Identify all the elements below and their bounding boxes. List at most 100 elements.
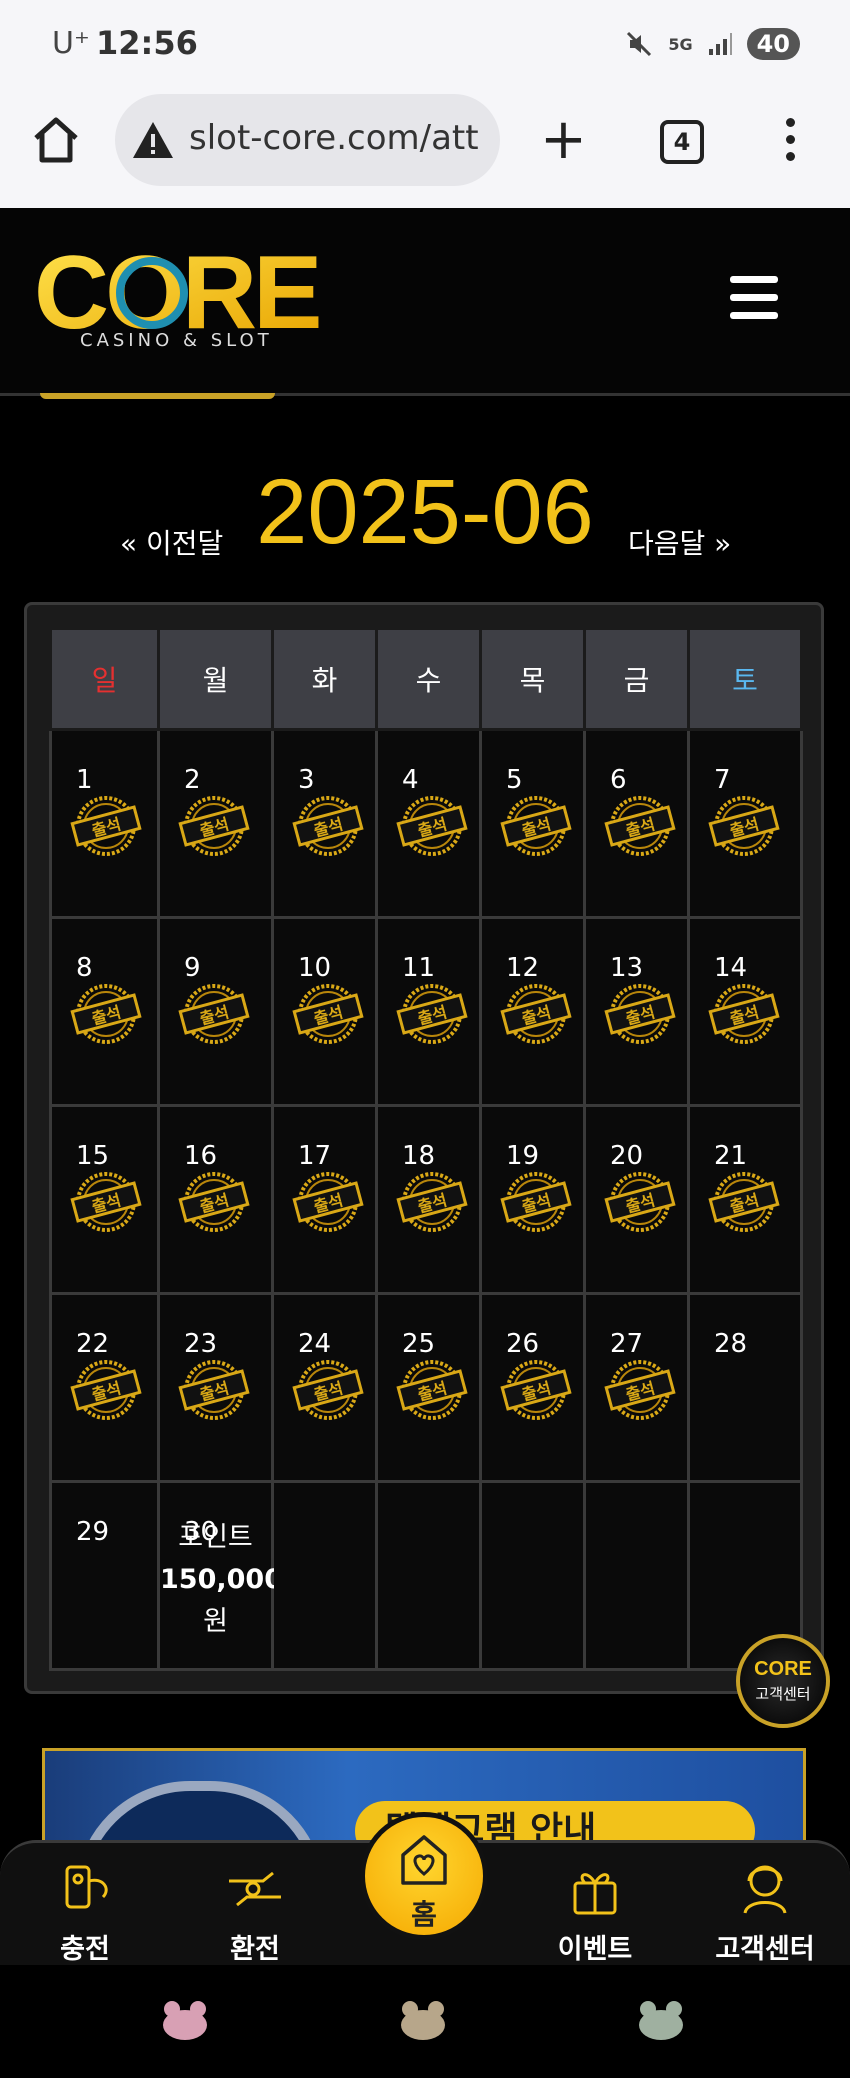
day-number: 27 (610, 1329, 644, 1359)
calendar-day-cell: 4 출석 (375, 728, 482, 919)
attendance-stamp-icon: 출석 (178, 1172, 250, 1232)
calendar-day-cell: 16 출석 (157, 1104, 274, 1295)
battery-badge: 40 (746, 28, 800, 60)
day-number: 22 (76, 1329, 110, 1359)
attendance-stamp-icon: 출석 (178, 984, 250, 1044)
calendar-week-row: 8 출석 9 출석 10 출석 11 출석 12 출석 13 출석 14 출석 (49, 916, 803, 1107)
home-frog-icon[interactable] (398, 1999, 448, 2041)
day-number: 8 (76, 953, 93, 983)
calendar-day-cell: 7 출석 (687, 728, 803, 919)
calendar-day-cell: 18 출석 (375, 1104, 482, 1295)
calendar-day-cell: 2 출석 (157, 728, 274, 919)
charge-icon (65, 1865, 108, 1909)
attendance-stamp-icon: 출석 (292, 796, 364, 856)
exchange-icon (229, 1871, 281, 1907)
attendance-stamp-icon: 출석 (500, 984, 572, 1044)
attendance-stamp-icon: 출석 (70, 1172, 142, 1232)
day-number: 7 (714, 765, 731, 795)
status-bar: U⁺ 12:56 5G 40 (0, 0, 850, 90)
calendar-day-cell: 30 포인트 150,000 원 (157, 1480, 283, 1671)
site-header: CORE CASINO & SLOT (0, 208, 850, 396)
next-month-link[interactable]: 다음달 » (628, 522, 731, 562)
nav-home-label: 홈 (411, 1898, 437, 1931)
nav-charge[interactable]: 충전 (15, 1859, 155, 1966)
day-number: 3 (298, 765, 315, 795)
nav-event[interactable]: 이벤트 (525, 1859, 665, 1966)
home-icon[interactable] (30, 114, 82, 166)
calendar-day-cell: 12 출석 (479, 916, 586, 1107)
attendance-stamp-icon: 출석 (292, 984, 364, 1044)
attendance-stamp-icon: 출석 (292, 1360, 364, 1420)
new-tab-icon[interactable]: + (540, 112, 587, 168)
attendance-stamp-icon: 출석 (604, 1172, 676, 1232)
day-number: 29 (76, 1517, 110, 1547)
attendance-stamp-icon: 출석 (604, 796, 676, 856)
nav-home-button[interactable]: 홈 (360, 1812, 488, 1940)
calendar-body: 1 출석 2 출석 3 출석 4 출석 5 출석 6 출석 7 출석 8 출석 9 출석 10 출석 11 출석 12 출석 1… (49, 728, 803, 1671)
calendar-day-cell: 5 출석 (479, 728, 586, 919)
attendance-stamp-icon: 출석 (70, 796, 142, 856)
attendance-stamp-icon: 출석 (396, 1360, 468, 1420)
attendance-stamp-icon: 출석 (604, 1360, 676, 1420)
hamburger-menu-icon[interactable] (730, 276, 778, 330)
nav-support[interactable]: 고객센터 (695, 1859, 835, 1966)
header-accent (40, 393, 275, 399)
attendance-stamp-icon: 출석 (70, 1360, 142, 1420)
point-amount: 150,000 (160, 1564, 283, 1595)
attendance-stamp-icon: 출석 (500, 1172, 572, 1232)
day-number: 13 (610, 953, 644, 983)
recent-frog-icon[interactable] (636, 1999, 686, 2041)
browser-menu-icon[interactable] (786, 118, 796, 169)
calendar-day-cell (583, 1480, 690, 1671)
day-number: 26 (506, 1329, 540, 1359)
magnifier-icon (75, 1781, 325, 1845)
attendance-stamp-icon: 출석 (178, 796, 250, 856)
weekday-sat: 토 (687, 627, 803, 731)
day-number: 21 (714, 1141, 748, 1171)
nav-exchange-label: 환전 (230, 1934, 280, 1965)
signal-icon (708, 33, 732, 55)
tab-count-button[interactable]: 4 (660, 120, 704, 164)
day-number: 15 (76, 1141, 110, 1171)
warning-icon[interactable] (131, 118, 175, 162)
nav-exchange[interactable]: 환전 (185, 1859, 325, 1966)
day-number: 14 (714, 953, 748, 983)
calendar-day-cell (375, 1480, 482, 1671)
address-bar[interactable]: slot-core.com/att (115, 94, 500, 186)
day-number: 5 (506, 765, 523, 795)
day-number: 2 (184, 765, 201, 795)
day-number: 6 (610, 765, 627, 795)
attendance-stamp-icon: 출석 (70, 984, 142, 1044)
back-frog-icon[interactable] (160, 1999, 210, 2041)
network-label: 5G (668, 34, 693, 54)
system-navigation (0, 1965, 850, 2078)
calendar-day-cell: 19 출석 (479, 1104, 586, 1295)
day-number: 9 (184, 953, 201, 983)
support-fab-logo: CORE (754, 1658, 812, 1680)
day-number: 10 (298, 953, 332, 983)
nav-event-label: 이벤트 (557, 1934, 633, 1965)
attendance-stamp-icon: 출석 (396, 796, 468, 856)
attendance-stamp-icon: 출석 (292, 1172, 364, 1232)
attendance-stamp-icon: 출석 (500, 1360, 572, 1420)
weekday-header-row: 일 월 화 수 목 금 토 (49, 627, 803, 731)
calendar-day-cell: 26 출석 (479, 1292, 586, 1483)
calendar-week-row: 1 출석 2 출석 3 출석 4 출석 5 출석 6 출석 7 출석 (49, 728, 803, 919)
support-float-button[interactable]: CORE 고객센터 (736, 1634, 830, 1728)
calendar-week-row: 29 30 포인트 150,000 원 (49, 1480, 803, 1671)
attendance-stamp-icon: 출석 (708, 1172, 780, 1232)
calendar-day-cell: 1 출석 (49, 728, 160, 919)
calendar-day-cell (271, 1480, 378, 1671)
headset-icon (743, 1865, 787, 1914)
day-number: 4 (402, 765, 419, 795)
calendar-day-cell: 28 (687, 1292, 803, 1483)
url-text[interactable]: slot-core.com/att (189, 118, 489, 158)
calendar-day-cell: 20 출석 (583, 1104, 690, 1295)
calendar-week-row: 22 출석 23 출석 24 출석 25 출석 26 출석 27 출석 28 (49, 1292, 803, 1483)
prev-month-link[interactable]: « 이전달 (120, 522, 223, 562)
nav-charge-label: 충전 (60, 1934, 110, 1965)
attendance-stamp-icon: 출석 (178, 1360, 250, 1420)
calendar-day-cell: 8 출석 (49, 916, 160, 1107)
gift-icon (573, 1873, 617, 1915)
day-number: 11 (402, 953, 436, 983)
